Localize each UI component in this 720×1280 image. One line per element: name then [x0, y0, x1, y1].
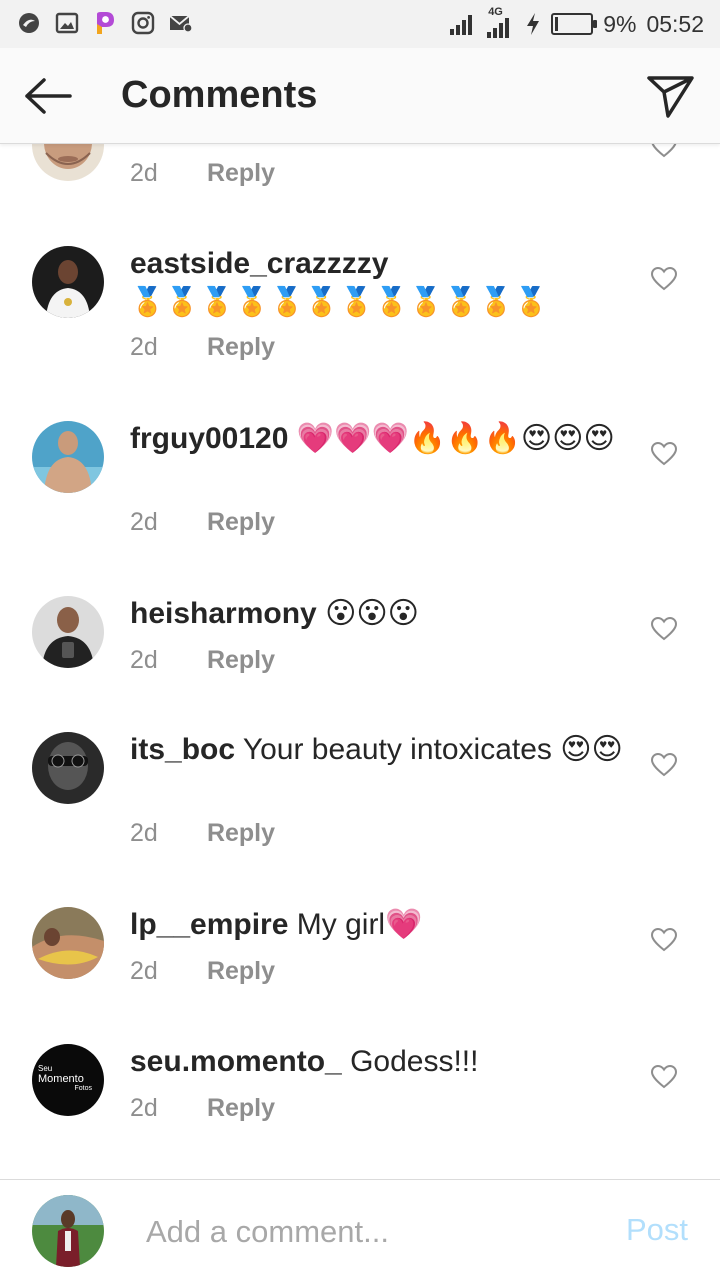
swift-icon — [16, 10, 42, 36]
comment-text: heisharmony 😮😮😮 — [130, 595, 630, 633]
like-heart-icon[interactable] — [651, 753, 677, 777]
comment-meta: 2d Reply — [130, 508, 275, 537]
back-button[interactable] — [22, 76, 74, 116]
comment-text: seu.momento_ Godess!!! — [130, 1043, 630, 1081]
comment-username[interactable]: heisharmony — [130, 597, 317, 630]
avatar[interactable] — [32, 246, 104, 318]
comment-meta: 2d Reply — [130, 333, 275, 362]
direct-send-icon — [647, 76, 694, 118]
avatar[interactable] — [32, 144, 104, 181]
comment-text: eastside_crazzzzy 🏅🏅🏅🏅🏅🏅🏅🏅🏅🏅🏅🏅 — [130, 245, 630, 321]
battery-icon — [551, 13, 598, 35]
reply-button[interactable]: Reply — [207, 646, 275, 674]
comment-time: 2d — [130, 646, 158, 674]
like-heart-icon[interactable] — [651, 144, 677, 158]
my-avatar — [32, 1195, 104, 1267]
comment-meta: 2d Reply — [130, 159, 275, 188]
comment-username[interactable]: eastside_crazzzzy — [130, 247, 389, 280]
avatar[interactable] — [32, 421, 104, 493]
comment-username[interactable]: lp__empire — [130, 908, 288, 941]
comment-meta: 2d Reply — [130, 957, 275, 986]
mail-icon — [168, 10, 194, 36]
post-button[interactable]: Post — [626, 1212, 688, 1248]
notification-icons — [16, 10, 194, 36]
share-button[interactable] — [646, 72, 696, 120]
comment-time: 2d — [130, 333, 158, 361]
battery-percent: 9% — [603, 10, 637, 37]
picsart-icon — [92, 10, 118, 36]
reply-button[interactable]: Reply — [207, 159, 275, 187]
avatar[interactable] — [32, 907, 104, 979]
seu-momento-logo: Seu Momento Fotos — [38, 1064, 100, 1093]
reply-button[interactable]: Reply — [207, 508, 275, 536]
comment-time: 2d — [130, 957, 158, 985]
page-title: Comments — [121, 74, 318, 116]
avatar[interactable]: Seu Momento Fotos — [32, 1044, 104, 1116]
logo-top-text: Seu — [38, 1064, 53, 1073]
comment-body: 💗💗💗🔥🔥🔥😍😍😍 — [296, 422, 615, 455]
reply-button[interactable]: Reply — [207, 957, 275, 985]
comment-text: frguy00120 💗💗💗🔥🔥🔥😍😍😍 — [130, 420, 630, 458]
comment-body: Godess!!! — [350, 1045, 479, 1078]
comment-text: its_boc Your beauty intoxicates 😍😍 — [130, 731, 630, 769]
gallery-icon — [54, 10, 80, 36]
comment-body: 😮😮😮 — [325, 597, 419, 630]
comment-body: My girl💗 — [296, 908, 423, 941]
back-arrow-icon — [25, 78, 72, 114]
status-bar: 4G 9% 05:52 — [0, 0, 720, 48]
reply-button[interactable]: Reply — [207, 819, 275, 847]
comment-meta: 2d Reply — [130, 646, 275, 675]
avatar[interactable] — [32, 596, 104, 668]
comment-time: 2d — [130, 1094, 158, 1122]
comment-username[interactable]: frguy00120 — [130, 422, 288, 455]
system-indicators: 4G 9% 05:52 — [449, 6, 704, 40]
comment-time: 2d — [130, 819, 158, 847]
comment-text: lp__empire My girl💗 — [130, 906, 630, 944]
signal-4g-icon: 4G — [485, 6, 515, 40]
comment-body: Your beauty intoxicates 😍😍 — [242, 733, 623, 766]
comment-username[interactable]: its_boc — [130, 733, 235, 766]
like-heart-icon[interactable] — [651, 442, 677, 466]
like-heart-icon[interactable] — [651, 1065, 677, 1089]
comment-composer: Post — [0, 1179, 720, 1280]
like-heart-icon[interactable] — [651, 267, 677, 291]
like-heart-icon[interactable] — [651, 928, 677, 952]
avatar[interactable] — [32, 732, 104, 804]
comment-body: 🏅🏅🏅🏅🏅🏅🏅🏅🏅🏅🏅🏅 — [130, 286, 549, 317]
instagram-icon — [130, 10, 156, 36]
comment-time: 2d — [130, 508, 158, 536]
reply-button[interactable]: Reply — [207, 1094, 275, 1122]
comments-list[interactable]: 2d Reply eastside_crazzzzy 🏅🏅🏅🏅🏅🏅🏅🏅🏅🏅🏅🏅 … — [0, 144, 720, 1179]
add-comment-input[interactable] — [146, 1210, 586, 1254]
charging-icon — [527, 13, 540, 35]
comments-header: Comments — [0, 48, 720, 144]
like-heart-icon[interactable] — [651, 617, 677, 641]
comment-meta: 2d Reply — [130, 1094, 275, 1123]
comment-username[interactable]: seu.momento_ — [130, 1045, 342, 1078]
reply-button[interactable]: Reply — [207, 333, 275, 361]
logo-main-text: Momento — [38, 1073, 84, 1085]
logo-bottom-text: Fotos — [74, 1085, 92, 1092]
clock: 05:52 — [646, 10, 704, 37]
signal-icon — [450, 15, 473, 35]
comment-meta: 2d Reply — [130, 819, 275, 848]
comment-time: 2d — [130, 159, 158, 187]
